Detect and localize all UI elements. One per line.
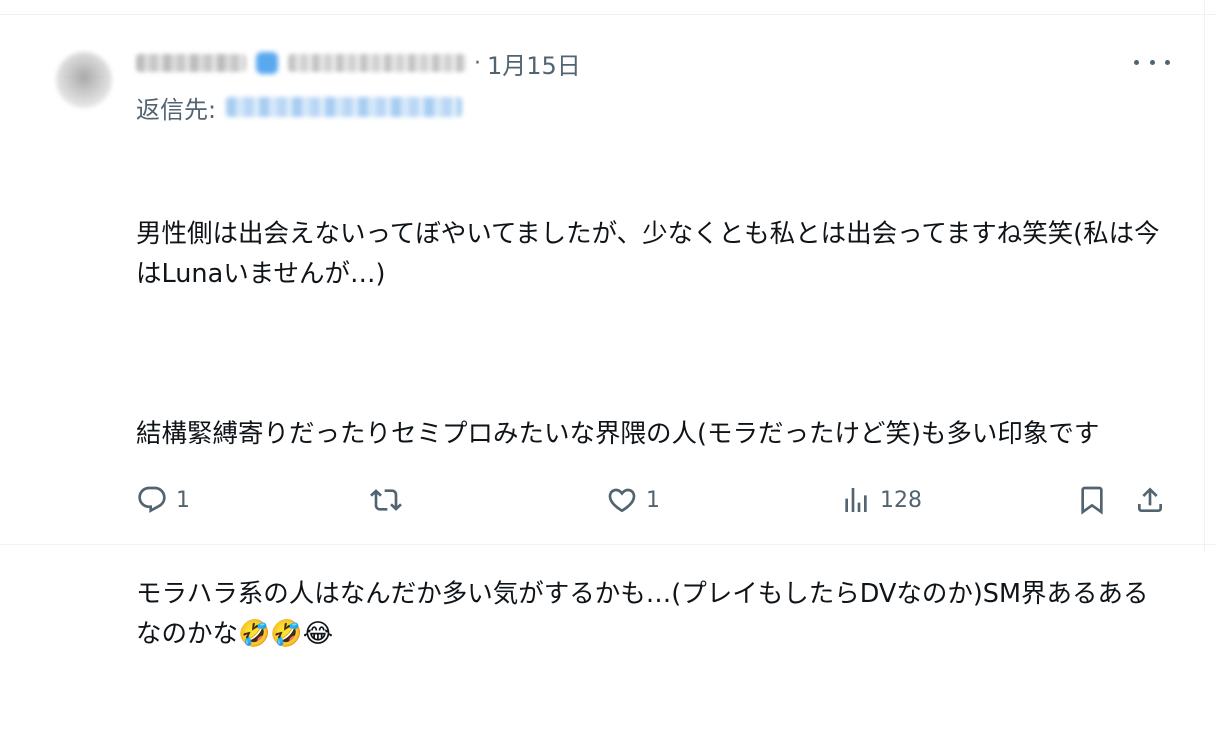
avatar[interactable] (56, 52, 112, 108)
post-date[interactable]: 1月15日 (487, 46, 581, 81)
verified-badge-redacted (256, 52, 278, 74)
reply-target-redacted[interactable] (226, 97, 463, 117)
right-divider (1204, 0, 1205, 552)
header-separator: · (474, 50, 481, 76)
tweet-card: · 1月15日 返信先: 男性側は出会えないってぼやいてましたが、少なくとも私と… (0, 0, 1216, 649)
views-button[interactable]: 128 (840, 476, 922, 524)
username-redacted[interactable] (288, 54, 466, 72)
repost-icon (370, 484, 402, 516)
heart-icon (606, 484, 638, 516)
display-name-redacted[interactable] (136, 54, 246, 72)
action-bar: 1 1 128 (0, 476, 1216, 524)
post-paragraph-1: 男性側は出会えないってぼやいてましたが、少なくとも私とは出会ってますね笑笑(私は… (136, 219, 1160, 289)
reply-count: 1 (176, 487, 190, 513)
bookmark-button[interactable] (1076, 476, 1108, 524)
share-button[interactable] (1134, 476, 1166, 524)
reply-icon (136, 484, 168, 516)
like-button[interactable]: 1 (606, 476, 660, 524)
reply-button[interactable]: 1 (136, 476, 190, 524)
views-icon (840, 484, 872, 516)
views-count: 128 (880, 487, 922, 513)
more-icon[interactable] (1134, 50, 1170, 74)
post-header: · 1月15日 (136, 44, 581, 82)
bookmark-icon (1076, 484, 1108, 516)
top-divider (0, 14, 1216, 15)
reply-to-line: 返信先: (136, 90, 463, 124)
share-icon (1134, 484, 1166, 516)
laughing-emoji-group: 🤣🤣😂 (238, 619, 334, 649)
reply-to-label: 返信先: (136, 95, 217, 124)
repost-button[interactable] (370, 476, 410, 524)
post-text: 男性側は出会えないってぼやいてましたが、少なくとも私とは出会ってますね笑笑(私は… (136, 134, 1166, 734)
like-count: 1 (646, 487, 660, 513)
post-paragraph-2: 結構緊縛寄りだったりセミプロみたいな界隈の人(モラだったけど笑)も多い印象です (136, 419, 1100, 449)
post-paragraph-3: モラハラ系の人はなんだか多い気がするかも…(プレイもしたらDVなのか)SM界ある… (136, 574, 1166, 654)
